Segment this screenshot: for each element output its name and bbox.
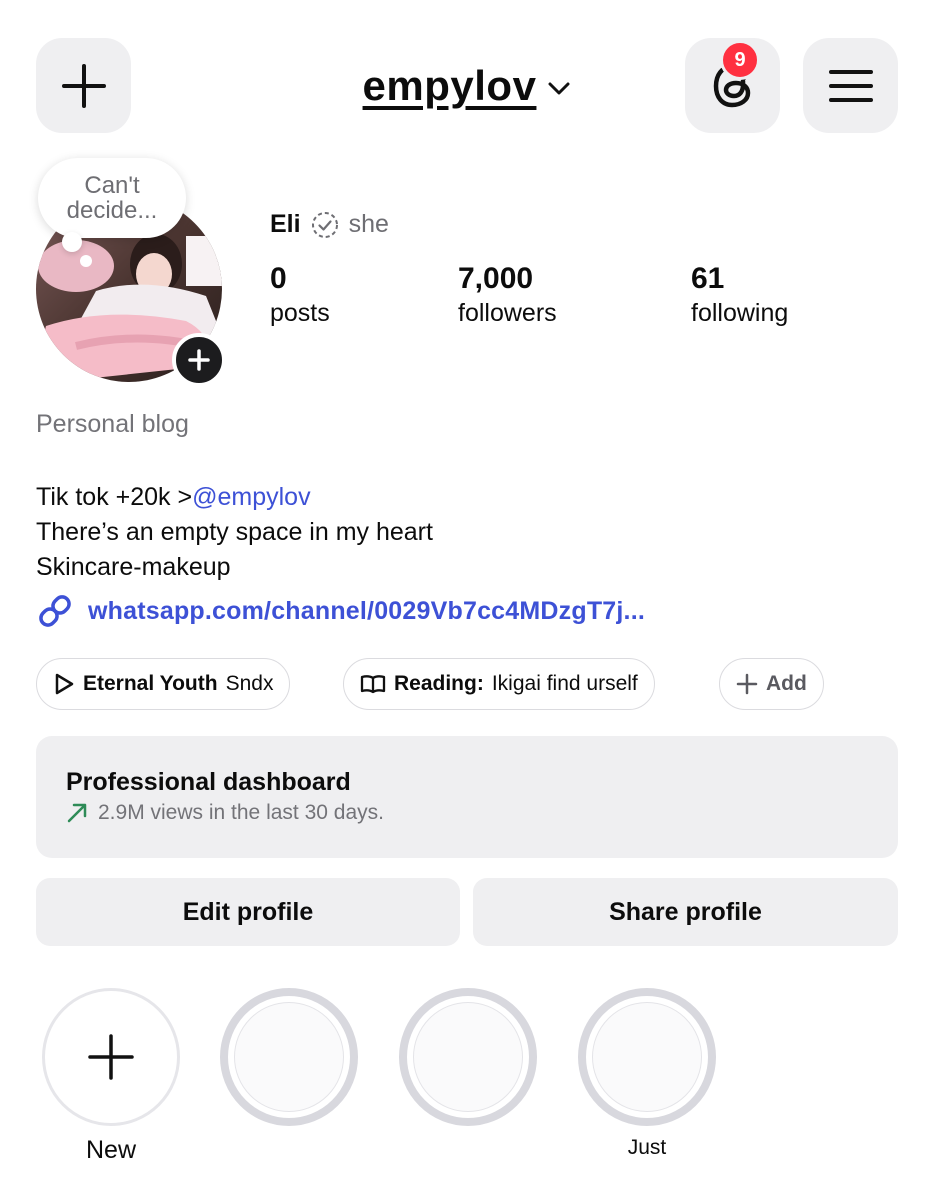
highlight-label: New: [85, 1136, 136, 1164]
stat-value: 7,000: [458, 262, 534, 295]
reading-label: Reading:: [394, 672, 484, 695]
notification-badge: 9: [720, 40, 760, 80]
highlight-item[interactable]: [578, 988, 716, 1126]
plus-icon: [188, 349, 210, 371]
stat-posts[interactable]: 0 posts: [270, 262, 330, 330]
play-icon: [55, 673, 74, 695]
username[interactable]: empylov: [363, 62, 537, 110]
reading-chip[interactable]: Reading: Ikigai find urself: [343, 658, 655, 710]
highlight-cover: [592, 1002, 702, 1112]
bio-text: Tik tok +20k >: [36, 483, 193, 511]
chevron-down-icon: [548, 82, 570, 95]
highlight-cover: [234, 1002, 344, 1112]
highlight-label: Just: [627, 1136, 667, 1159]
stat-value: 61: [691, 262, 725, 295]
stat-following[interactable]: 61 following: [691, 262, 788, 330]
new-highlight-button[interactable]: [42, 988, 180, 1126]
add-chip-button[interactable]: Add: [719, 658, 824, 710]
account-switcher[interactable]: empylov: [0, 62, 933, 110]
stat-label: posts: [270, 299, 330, 327]
music-artist: Sndx: [225, 672, 274, 695]
plus-icon: [88, 1034, 134, 1080]
stat-label: followers: [458, 299, 557, 327]
reading-value: Ikigai find urself: [491, 672, 638, 695]
highlight-item[interactable]: [220, 988, 358, 1126]
dashboard-title: Professional dashboard: [66, 768, 351, 796]
bio-line: Tik tok +20k >@empylov: [36, 480, 433, 515]
share-profile-button[interactable]: Share profile: [473, 878, 898, 946]
stat-label: following: [691, 299, 789, 327]
professional-dashboard[interactable]: Professional dashboard 2.9M views in the…: [36, 736, 898, 858]
plus-icon: [736, 673, 758, 695]
display-name: Eli: [270, 210, 301, 238]
trend-up-arrow-icon: [67, 803, 87, 823]
note-bubble-tail-small: [80, 255, 92, 267]
link-icon: [39, 595, 71, 627]
stat-followers[interactable]: 7,000 followers: [458, 262, 557, 330]
bio: Tik tok +20k >@empylov There’s an empty …: [36, 480, 433, 585]
music-chip[interactable]: Eternal Youth Sndx: [36, 658, 291, 710]
note-bubble-tail: [62, 232, 82, 252]
pronoun: she: [348, 210, 389, 238]
bio-link-text[interactable]: whatsapp.com/channel/0029Vb7cc4MDzgT7j..…: [88, 597, 645, 626]
highlight-cover: [413, 1002, 523, 1112]
book-icon: [360, 675, 386, 694]
bio-line: Skincare-makeup: [36, 553, 231, 581]
highlight-item[interactable]: [399, 988, 537, 1126]
verified-dashed-icon: [311, 211, 338, 238]
stat-value: 0: [270, 262, 287, 295]
bio-mention-link[interactable]: @empylov: [192, 483, 310, 511]
dashboard-subtitle: 2.9M views in the last 30 days.: [98, 801, 384, 824]
add-story-button[interactable]: [172, 333, 226, 387]
music-title: Eternal Youth: [83, 672, 218, 695]
note-bubble[interactable]: Can't decide...: [38, 158, 186, 238]
hamburger-menu-icon: [828, 69, 873, 102]
dashboard-subtitle-row: 2.9M views in the last 30 days.: [66, 801, 868, 825]
bio-link[interactable]: whatsapp.com/channel/0029Vb7cc4MDzgT7j..…: [36, 592, 645, 630]
name-row: Eli she: [270, 210, 389, 239]
add-chip-label: Add: [766, 672, 807, 695]
bio-line: There’s an empty space in my heart: [36, 518, 433, 546]
profile-category: Personal blog: [36, 410, 189, 438]
menu-button[interactable]: [803, 38, 898, 133]
edit-profile-button[interactable]: Edit profile: [36, 878, 460, 946]
